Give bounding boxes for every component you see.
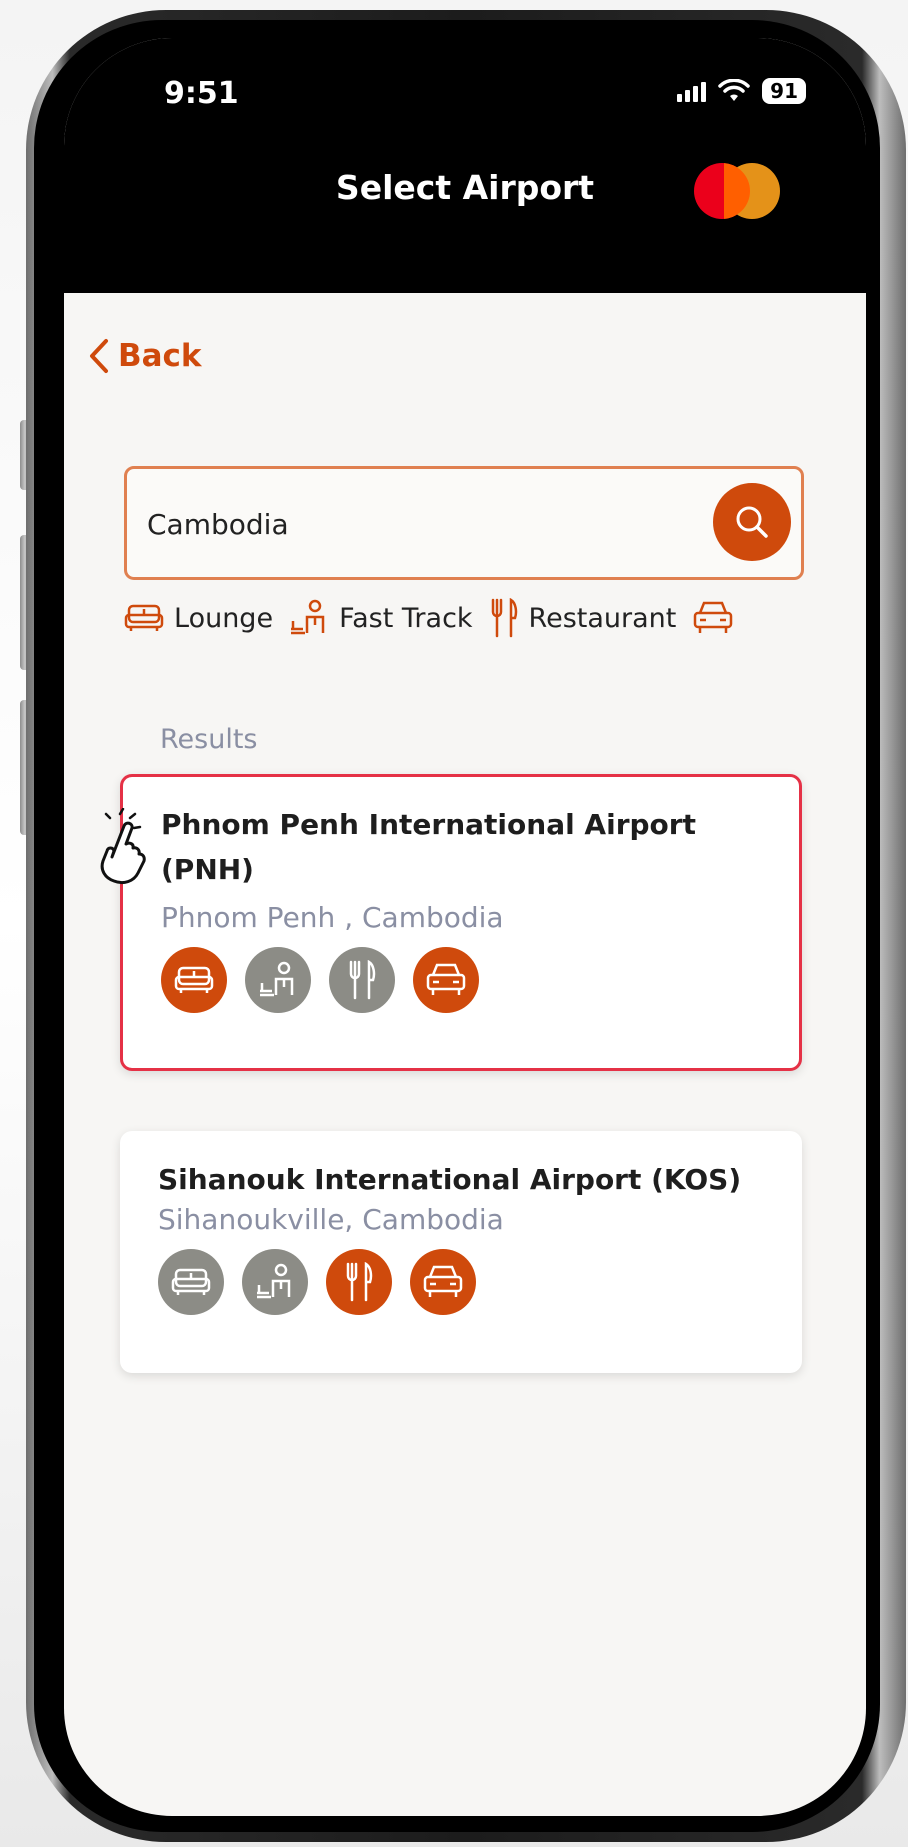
app-header: 9:51 91 Select Airport xyxy=(64,38,866,293)
legend-item-fast-track: Fast Track xyxy=(289,599,473,637)
airport-location: Sihanoukville, Cambodia xyxy=(158,1203,504,1236)
airport-location: Phnom Penh , Cambodia xyxy=(161,901,504,934)
fork-knife-icon xyxy=(491,598,517,638)
restaurant-service-badge xyxy=(326,1249,392,1315)
search-bar xyxy=(124,466,804,580)
device-mockup: 9:51 91 Select Airport Back Cambodia Lou… xyxy=(0,0,908,1847)
service-icons xyxy=(161,947,479,1013)
restaurant-service-badge xyxy=(329,947,395,1013)
fast-track-icon xyxy=(260,961,294,997)
service-legend: Lounge Fast Track Restaurant xyxy=(124,594,824,642)
airport-name: Phnom Penh International Airport (PNH) xyxy=(161,808,696,886)
search-button[interactable] xyxy=(713,483,791,561)
fork-knife-icon xyxy=(346,1262,373,1302)
sofa-icon xyxy=(171,1268,211,1295)
transfer-service-badge xyxy=(413,947,479,1013)
transfer-service-badge xyxy=(410,1249,476,1315)
fast-track-icon xyxy=(257,1263,291,1299)
legend-item-lounge: Lounge xyxy=(124,601,273,635)
legend-label: Restaurant xyxy=(528,602,677,634)
sofa-icon xyxy=(174,966,214,993)
fast-track-service-badge xyxy=(245,947,311,1013)
legend-label: Lounge xyxy=(174,602,274,634)
results-heading: Results xyxy=(160,724,258,755)
back-label: Back xyxy=(118,338,202,374)
wifi-icon xyxy=(718,79,750,101)
car-icon xyxy=(426,963,466,995)
back-button[interactable]: Back xyxy=(88,338,202,374)
car-icon xyxy=(694,601,733,633)
legend-item-restaurant: Restaurant xyxy=(489,598,677,638)
legend-label: Fast Track xyxy=(339,602,473,634)
service-icons xyxy=(158,1249,476,1315)
legend-item-transfer xyxy=(692,599,734,637)
chevron-left-icon xyxy=(90,339,108,373)
search-icon xyxy=(736,506,768,538)
status-indicators: 91 xyxy=(677,78,806,104)
app-screen: 9:51 91 Select Airport Back Cambodia Lou… xyxy=(64,38,866,1816)
mastercard-logo xyxy=(694,163,784,223)
hand-pointer-icon xyxy=(100,808,146,885)
airport-result-card[interactable]: Sihanouk International Airport (KOS) Sih… xyxy=(120,1131,802,1373)
cellular-signal-icon xyxy=(677,80,707,102)
sofa-icon xyxy=(124,604,164,631)
lounge-service-badge xyxy=(158,1249,224,1315)
search-input[interactable] xyxy=(145,499,665,549)
battery-indicator: 91 xyxy=(762,78,806,104)
fast-track-icon xyxy=(291,599,325,635)
lounge-service-badge xyxy=(161,947,227,1013)
fast-track-service-badge xyxy=(242,1249,308,1315)
airport-name: Sihanouk International Airport (KOS) xyxy=(158,1163,742,1196)
car-icon xyxy=(423,1265,463,1297)
airport-result-card[interactable]: Phnom Penh International Airport (PNH) P… xyxy=(120,774,802,1071)
status-time: 9:51 xyxy=(164,76,239,111)
fork-knife-icon xyxy=(349,960,376,1000)
